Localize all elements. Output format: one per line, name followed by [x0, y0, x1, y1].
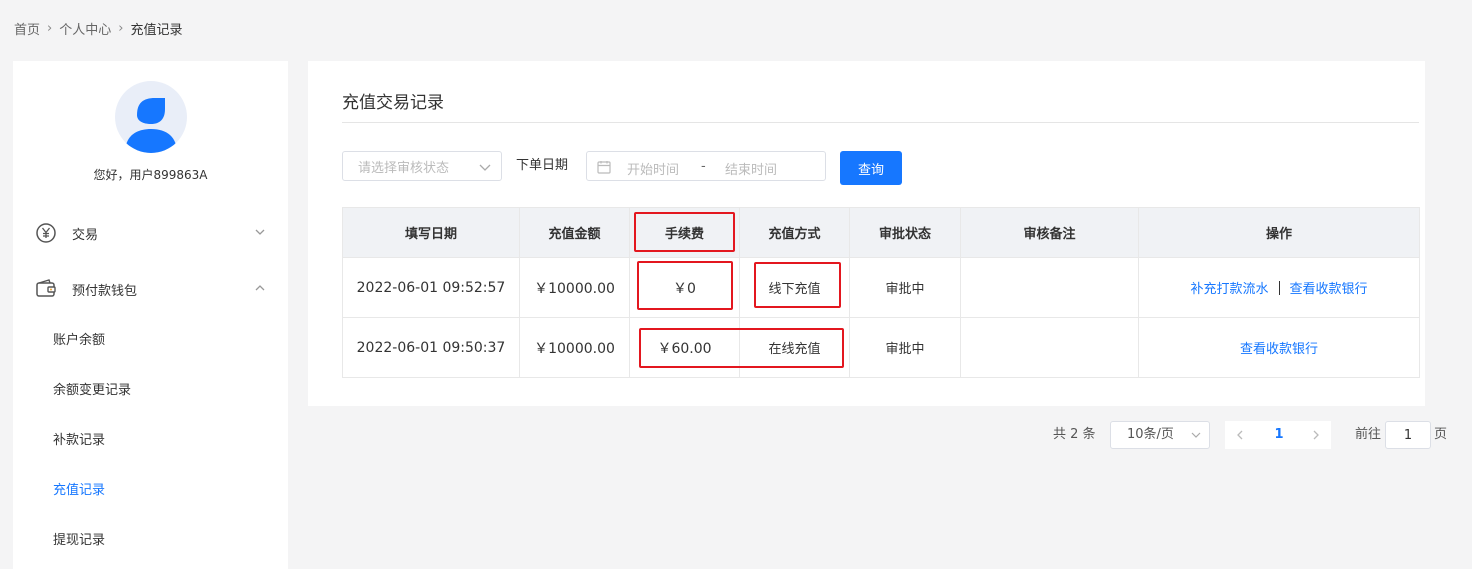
order-date-label: 下单日期	[516, 158, 569, 173]
column-header-actions: 操作	[1138, 207, 1420, 258]
calendar-icon	[597, 161, 611, 174]
table-row: 2022-06-01 09:50:37 ￥10000.00 ￥60.00 在线充…	[342, 317, 1420, 378]
breadcrumb-home[interactable]: 首页	[14, 19, 40, 38]
end-date-input[interactable]: 结束时间	[725, 159, 777, 178]
cell-amount: ￥10000.00	[519, 317, 630, 378]
view-receiving-bank-link[interactable]: 查看收款银行	[1240, 342, 1318, 357]
cell-remark	[960, 317, 1139, 378]
breadcrumb-personal-center[interactable]: 个人中心	[59, 19, 111, 38]
cell-date: 2022-06-01 09:52:57	[342, 257, 520, 318]
start-date-input[interactable]: 开始时间	[627, 159, 679, 178]
column-header-method: 充值方式	[739, 207, 850, 258]
cell-method: 线下充值	[739, 257, 850, 318]
wallet-icon	[36, 279, 56, 297]
cell-remark	[960, 257, 1139, 318]
breadcrumb-separator-icon: ›	[47, 20, 53, 36]
yen-circle-icon	[36, 223, 56, 243]
column-header-amount: 充值金额	[519, 207, 630, 258]
chevron-down-icon	[479, 164, 491, 171]
column-header-status: 审批状态	[849, 207, 961, 258]
status-select-placeholder: 请选择审核状态	[358, 160, 450, 176]
cell-date: 2022-06-01 09:50:37	[342, 317, 520, 378]
sidebar-item-withdrawal-records[interactable]: 提现记录	[53, 527, 105, 555]
breadcrumb-current: 充值记录	[130, 22, 183, 38]
action-divider	[1278, 281, 1280, 295]
sidebar-item-supplement-records[interactable]: 补款记录	[53, 427, 105, 455]
view-receiving-bank-link[interactable]: 查看收款银行	[1290, 282, 1368, 297]
menu-group-label: 交易	[72, 227, 99, 243]
column-header-remark: 审核备注	[960, 207, 1139, 258]
goto-suffix: 页	[1434, 427, 1448, 442]
sidebar: 您好，用户899863A 交易 预付款钱包 账户余额 余额变更记录 补款记录 充…	[13, 61, 288, 569]
goto-page-input[interactable]	[1385, 421, 1431, 449]
cell-actions: 补充打款流水 查看收款银行	[1138, 257, 1420, 318]
cell-status: 审批中	[849, 317, 961, 378]
chevron-down-icon	[255, 229, 265, 235]
menu-group-label: 预付款钱包	[72, 283, 138, 299]
title-divider	[342, 122, 1419, 123]
chevron-left-icon[interactable]	[1235, 430, 1245, 440]
recharge-table: 填写日期 充值金额 手续费 充值方式 审批状态 审核备注 操作 2022-06-…	[342, 207, 1420, 378]
menu-group-prepaid-wallet[interactable]: 预付款钱包	[13, 269, 288, 309]
status-select[interactable]: 请选择审核状态	[342, 151, 502, 181]
cell-fee: ￥60.00	[629, 317, 740, 378]
breadcrumb-separator-icon: ›	[118, 20, 124, 36]
query-button[interactable]: 查询	[840, 151, 902, 185]
date-range-picker[interactable]: 开始时间 - 结束时间	[586, 151, 826, 181]
main-panel: 充值交易记录 请选择审核状态 下单日期 开始时间 - 结束时间 查询 填写日期 …	[308, 61, 1425, 406]
supplement-payment-flow-link[interactable]: 补充打款流水	[1190, 282, 1268, 297]
menu-group-trade[interactable]: 交易	[13, 213, 288, 253]
cell-amount: ￥10000.00	[519, 257, 630, 318]
sidebar-item-balance-change-records[interactable]: 余额变更记录	[53, 377, 131, 405]
chevron-up-icon	[255, 285, 265, 291]
page-number-current[interactable]: 1	[1273, 421, 1285, 449]
breadcrumb: 首页 › 个人中心 › 充值记录	[14, 18, 182, 38]
date-range-separator: -	[701, 159, 706, 174]
cell-status: 审批中	[849, 257, 961, 318]
page-size-select[interactable]: 10条/页	[1110, 421, 1210, 449]
user-greeting: 您好，用户899863A	[93, 168, 208, 182]
chevron-down-icon	[1191, 432, 1201, 438]
page-title: 充值交易记录	[342, 93, 444, 113]
page-size-value: 10条/页	[1127, 427, 1174, 442]
column-header-date: 填写日期	[342, 207, 520, 258]
column-header-fee: 手续费	[629, 207, 740, 258]
pagination-total: 共 2 条	[1053, 427, 1096, 442]
sidebar-item-account-balance[interactable]: 账户余额	[53, 327, 105, 355]
goto-label: 前往	[1355, 427, 1382, 442]
avatar	[115, 81, 187, 153]
cell-fee: ￥0	[629, 257, 740, 318]
pagination-pages: 1	[1225, 421, 1331, 449]
cell-method: 在线充值	[739, 317, 850, 378]
chevron-right-icon[interactable]	[1311, 430, 1321, 440]
user-avatar-icon	[125, 98, 177, 153]
cell-actions: 查看收款银行	[1138, 317, 1420, 378]
table-header-row: 填写日期 充值金额 手续费 充值方式 审批状态 审核备注 操作	[342, 207, 1420, 258]
sidebar-item-recharge-records[interactable]: 充值记录	[53, 477, 105, 505]
table-row: 2022-06-01 09:52:57 ￥10000.00 ￥0 线下充值 审批…	[342, 257, 1420, 318]
